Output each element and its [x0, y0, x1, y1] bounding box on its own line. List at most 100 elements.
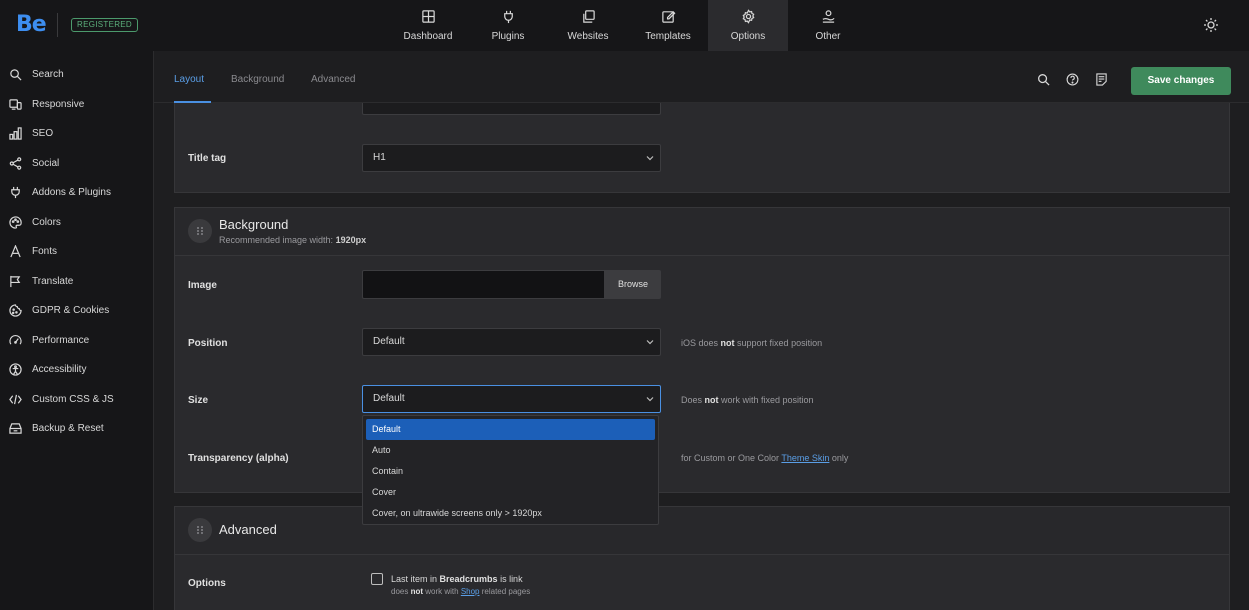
- nav-other[interactable]: Other: [788, 0, 868, 51]
- sidebar-item-translate[interactable]: Translate: [0, 267, 153, 297]
- drag-handle-icon[interactable]: [188, 518, 212, 542]
- flag-icon: [10, 275, 21, 287]
- nav-options[interactable]: Options: [708, 0, 788, 51]
- theme-skin-link[interactable]: Theme Skin: [781, 453, 829, 463]
- sidebar-item-social[interactable]: Social: [0, 149, 153, 179]
- sidebar-item-responsive[interactable]: Responsive: [0, 90, 153, 120]
- chevron-down-icon: [646, 340, 654, 345]
- position-hint: iOS does not support fixed position: [681, 338, 823, 348]
- search-icon[interactable]: [1037, 73, 1050, 86]
- sidebar-item-fonts[interactable]: Fonts: [0, 237, 153, 267]
- nav-label: Dashboard: [403, 31, 453, 42]
- checkbox-label: Last item in Breadcrumbs is link: [391, 574, 523, 584]
- options-label: Options: [188, 578, 226, 589]
- tab-layout[interactable]: Layout: [174, 51, 211, 103]
- card-title: Advanced: [219, 522, 277, 537]
- drag-handle-icon[interactable]: [188, 219, 212, 243]
- search-icon: [10, 69, 22, 81]
- shop-link[interactable]: Shop: [461, 587, 480, 596]
- sub-header: Layout Background Advanced Save changes: [154, 51, 1249, 103]
- browse-button[interactable]: Browse: [605, 270, 661, 299]
- share-icon: [9, 156, 22, 170]
- nav-plugins[interactable]: Plugins: [468, 0, 548, 51]
- save-changes-button[interactable]: Save changes: [1131, 67, 1231, 95]
- hand-icon: [822, 10, 835, 23]
- nav-dashboard[interactable]: Dashboard: [388, 0, 468, 51]
- tab-background[interactable]: Background: [231, 51, 284, 103]
- plug-icon: [503, 10, 513, 24]
- brand-logo[interactable]: Be: [16, 12, 47, 37]
- nav-label: Websites: [567, 31, 609, 42]
- grid-icon: [421, 10, 435, 23]
- sidebar-item-seo[interactable]: SEO: [0, 119, 153, 149]
- dropdown-option[interactable]: Auto: [366, 440, 655, 461]
- dropdown-option[interactable]: Contain: [366, 461, 655, 482]
- sidebar: Search Responsive SEO Social Addons & Pl…: [0, 51, 154, 610]
- main-content: Title tag H1 Background Recommended imag…: [154, 103, 1249, 610]
- size-hint: Does not work with fixed position: [681, 395, 814, 405]
- archive-icon: [9, 423, 22, 434]
- nav-templates[interactable]: Templates: [628, 0, 708, 51]
- image-path-input[interactable]: [362, 270, 605, 299]
- nav-websites[interactable]: Websites: [548, 0, 628, 51]
- sidebar-item-colors[interactable]: Colors: [0, 208, 153, 238]
- sidebar-item-label: Search: [32, 69, 64, 81]
- sidebar-item-custom-css-js[interactable]: Custom CSS & JS: [0, 385, 153, 415]
- sidebar-item-performance[interactable]: Performance: [0, 326, 153, 356]
- accessibility-icon: [9, 363, 22, 376]
- card-title: Background: [219, 217, 289, 232]
- breadcrumbs-link-checkbox[interactable]: [371, 573, 383, 585]
- transparency-label: Transparency (alpha): [188, 453, 289, 464]
- title-settings-card: Title tag H1: [174, 103, 1230, 193]
- sidebar-item-label: Responsive: [32, 98, 85, 110]
- size-label: Size: [188, 395, 209, 406]
- dropdown-option[interactable]: Cover, on ultrawide screens only > 1920p…: [366, 503, 655, 524]
- nav-label: Plugins: [491, 31, 525, 42]
- sidebar-item-search[interactable]: Search: [0, 60, 153, 90]
- select-value: Default: [373, 393, 405, 404]
- sidebar-item-backup-reset[interactable]: Backup & Reset: [0, 414, 153, 444]
- notes-icon[interactable]: [1095, 73, 1108, 86]
- sun-icon[interactable]: [1203, 17, 1219, 33]
- card-subtitle: Recommended image width: 1920px: [219, 235, 367, 245]
- nav-label: Options: [730, 31, 766, 42]
- partial-select[interactable]: [362, 103, 661, 115]
- cookie-icon: [9, 304, 22, 317]
- sidebar-item-label: Custom CSS & JS: [32, 393, 114, 405]
- sidebar-item-label: Performance: [32, 334, 90, 346]
- title-tag-label: Title tag: [188, 153, 227, 164]
- gauge-icon: [9, 334, 22, 345]
- select-value: Default: [373, 336, 405, 347]
- font-icon: [10, 245, 21, 258]
- nav-label: Templates: [645, 31, 691, 42]
- position-label: Position: [188, 338, 228, 349]
- chevron-down-icon: [646, 397, 654, 402]
- bar-chart-icon: [9, 127, 22, 140]
- sidebar-item-accessibility[interactable]: Accessibility: [0, 355, 153, 385]
- tab-advanced[interactable]: Advanced: [311, 51, 355, 103]
- sidebar-item-label: GDPR & Cookies: [32, 305, 110, 317]
- registered-badge: REGISTERED: [71, 18, 139, 32]
- position-select[interactable]: Default: [362, 328, 661, 356]
- background-card: Background Recommended image width: 1920…: [174, 207, 1230, 493]
- sidebar-item-label: Social: [32, 157, 60, 169]
- title-tag-select[interactable]: H1: [362, 144, 661, 172]
- top-bar: Be REGISTERED Dashboard Plugins Websites…: [0, 0, 1249, 51]
- chevron-down-icon: [646, 156, 654, 161]
- dropdown-option[interactable]: Default: [366, 419, 655, 440]
- advanced-card: Advanced Options Last item in Breadcrumb…: [174, 506, 1230, 610]
- sidebar-item-label: Backup & Reset: [32, 423, 104, 435]
- dropdown-option[interactable]: Cover: [366, 482, 655, 503]
- copy-icon: [582, 10, 595, 23]
- gear-icon: [742, 9, 754, 24]
- sidebar-item-addons-plugins[interactable]: Addons & Plugins: [0, 178, 153, 208]
- sidebar-item-label: Fonts: [32, 246, 58, 258]
- help-icon[interactable]: [1066, 73, 1079, 86]
- card-header: Advanced: [175, 507, 1229, 555]
- size-dropdown-list: Default Auto Contain Cover Cover, on ult…: [362, 415, 659, 525]
- sidebar-item-label: Addons & Plugins: [32, 187, 111, 199]
- sidebar-item-gdpr-cookies[interactable]: GDPR & Cookies: [0, 296, 153, 326]
- card-header: Background Recommended image width: 1920…: [175, 208, 1229, 256]
- checkbox-sublabel: does not work with Shop related pages: [391, 587, 531, 596]
- size-select[interactable]: Default: [362, 385, 661, 413]
